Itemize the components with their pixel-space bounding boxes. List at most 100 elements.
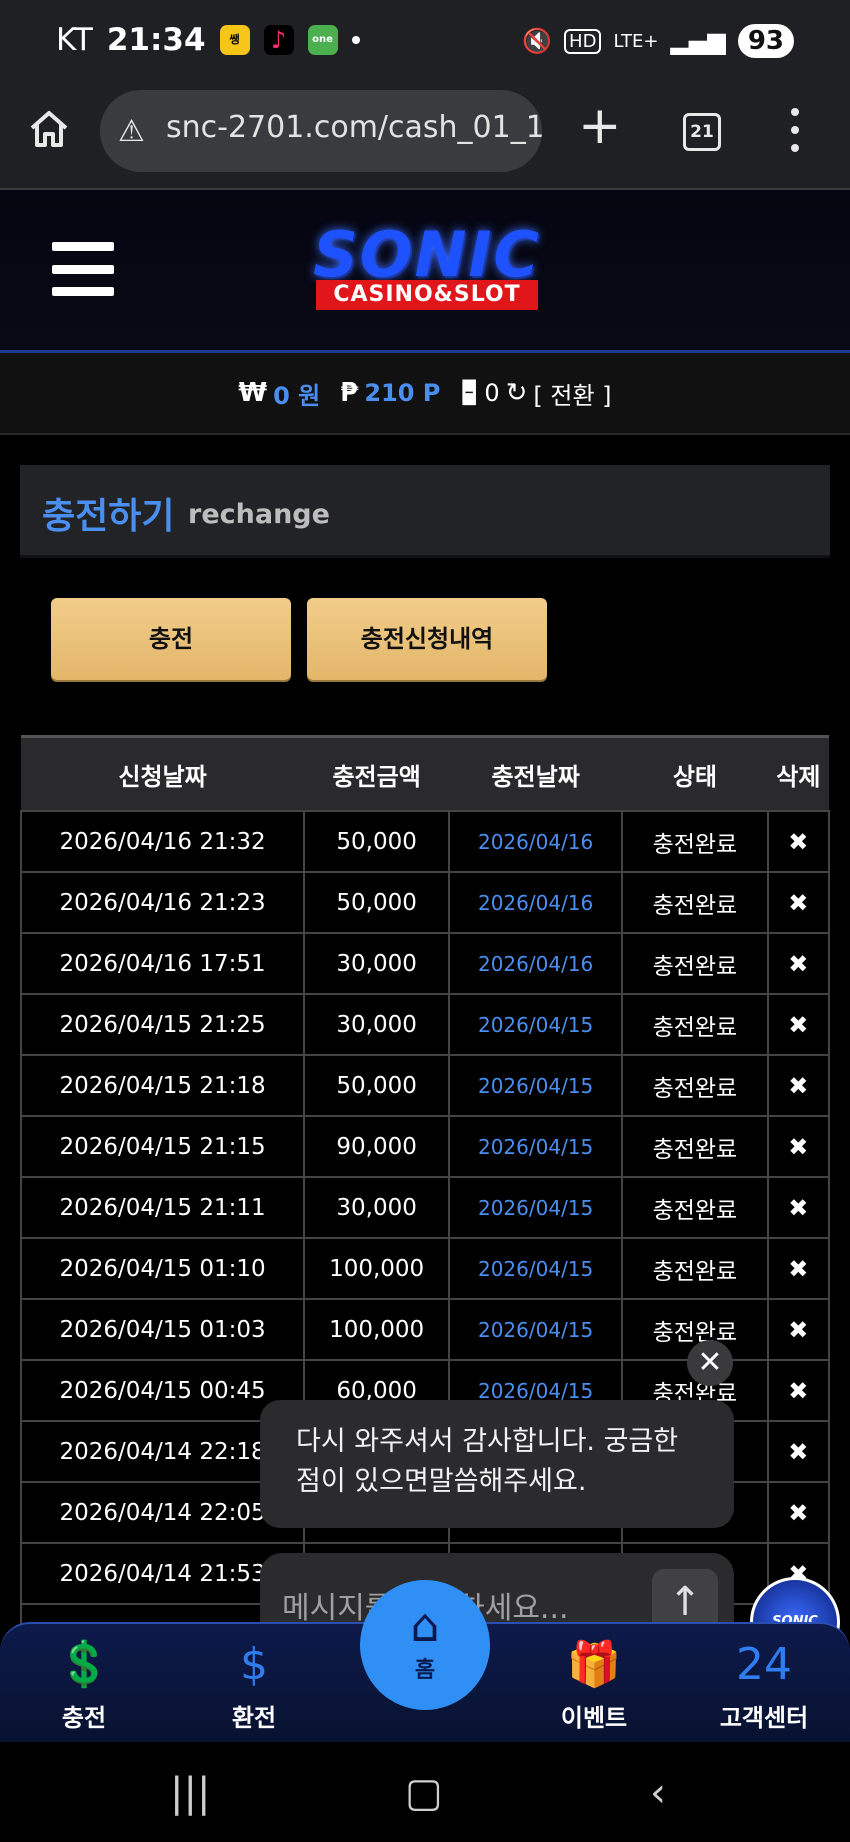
- status-cell: 충전완료: [621, 810, 769, 873]
- request-date-cell: 2026/04/16 17:51: [19, 932, 306, 995]
- nav-exchange-label: 환전: [231, 1704, 277, 1732]
- new-tab-plus-icon[interactable]: +: [578, 100, 622, 152]
- hamburger-menu-icon[interactable]: [52, 242, 114, 296]
- status-cell: 충전완료: [621, 871, 769, 934]
- amount-cell: 50,000: [303, 1054, 451, 1117]
- charge-date-cell: 2026/04/15: [448, 1054, 624, 1117]
- battery-badge: 93: [737, 24, 794, 58]
- amount-cell: 50,000: [303, 871, 451, 934]
- convert-button[interactable]: [ 전환 ]: [533, 376, 611, 411]
- delete-icon[interactable]: ✖: [766, 1054, 831, 1117]
- table-row: 2026/04/15 21:25 30,000 2026/04/15 충전완료 ✖: [19, 993, 831, 1056]
- chat-close-icon[interactable]: ✕: [687, 1340, 733, 1386]
- charge-date-cell: 2026/04/15: [448, 1115, 624, 1178]
- status-cell: 충전완료: [621, 1054, 769, 1117]
- nav-support-label: 고객센터: [719, 1704, 809, 1732]
- delete-icon[interactable]: ✖: [766, 1176, 831, 1239]
- chip-balance: 🁢 0 ↻ [ 전환 ]: [460, 376, 611, 411]
- amount-cell: 30,000: [303, 932, 451, 995]
- delete-icon[interactable]: ✖: [766, 1359, 831, 1422]
- nav-exchange[interactable]: $ 환전: [194, 1638, 314, 1733]
- amount-cell: 30,000: [303, 1176, 451, 1239]
- won-icon: ₩: [238, 378, 268, 408]
- notification-app-icon: 쌩: [219, 25, 250, 55]
- header-charge-date: 충전날짜: [449, 735, 623, 811]
- delete-icon[interactable]: ✖: [766, 1298, 831, 1361]
- cash-value: 0 원: [273, 381, 321, 410]
- url-text[interactable]: snc-2701.com/cash_01_1.as: [166, 110, 542, 145]
- charge-date-cell: 2026/04/15: [448, 993, 624, 1056]
- address-bar[interactable]: ⚠ snc-2701.com/cash_01_1.as: [100, 90, 542, 172]
- status-left: KT 21:34 쌩 ♪ one: [56, 22, 360, 58]
- table-row: 2026/04/16 21:23 50,000 2026/04/16 충전완료 ✖: [19, 871, 831, 934]
- charge-hand-coin-icon: 💲: [56, 1639, 112, 1690]
- site-logo[interactable]: SONIC CASINO&SLOT: [292, 218, 562, 314]
- delete-icon[interactable]: ✖: [766, 810, 831, 873]
- hd-icon: HD: [564, 28, 602, 54]
- mute-icon: 🔇: [522, 27, 553, 55]
- recent-apps-icon[interactable]: |||: [170, 1770, 210, 1816]
- home-icon[interactable]: [28, 108, 70, 150]
- table-row: 2026/04/16 21:32 50,000 2026/04/16 충전완료 ✖: [19, 810, 831, 873]
- charge-date-cell: 2026/04/15: [448, 1298, 624, 1361]
- gift-icon: 🎁: [566, 1639, 622, 1690]
- back-icon[interactable]: ‹: [650, 1770, 666, 1816]
- section-title: 충전하기: [42, 496, 175, 537]
- table-row: 2026/04/16 17:51 30,000 2026/04/16 충전완료 ✖: [19, 932, 831, 995]
- nav-support[interactable]: 24 고객센터: [704, 1638, 824, 1733]
- charge-button[interactable]: 충전: [51, 598, 291, 680]
- table-row: 2026/04/15 21:15 90,000 2026/04/15 충전완료 ✖: [19, 1115, 831, 1178]
- status-bar: KT 21:34 쌩 ♪ one 🔇 HD LTE+ ▂▄▆ 93: [0, 0, 850, 86]
- refresh-icon[interactable]: ↻: [506, 378, 528, 408]
- more-notifications-dot: [351, 36, 360, 44]
- section-subtitle: rechange: [188, 499, 330, 530]
- support-24-icon: 24: [736, 1639, 792, 1690]
- request-date-cell: 2026/04/15 01:10: [19, 1237, 306, 1300]
- request-date-cell: 2026/04/15 21:18: [19, 1054, 306, 1117]
- chat-message-bubble: 다시 와주셔서 감사합니다. 궁금한점이 있으면말씀해주세요.: [260, 1400, 734, 1528]
- charge-history-button[interactable]: 충전신청내역: [307, 598, 547, 680]
- point-icon: ₱: [340, 378, 359, 408]
- not-secure-warning-icon[interactable]: ⚠: [118, 114, 145, 149]
- table-row: 2026/04/15 21:18 50,000 2026/04/15 충전완료 ✖: [19, 1054, 831, 1117]
- delete-icon[interactable]: ✖: [766, 1115, 831, 1178]
- delete-icon[interactable]: ✖: [766, 1237, 831, 1300]
- header-request-date: 신청날짜: [21, 735, 305, 811]
- chip-value: 0: [484, 379, 500, 407]
- clock: 21:34: [106, 22, 206, 58]
- nav-charge[interactable]: 💲 충전: [24, 1638, 144, 1733]
- status-cell: 충전완료: [621, 932, 769, 995]
- chip-icon: 🁢: [460, 380, 479, 406]
- table-row: 2026/04/15 01:10 100,000 2026/04/15 충전완료 ✖: [19, 1237, 831, 1300]
- balance-bar: ₩ 0 원 ₱ 210 P 🁢 0 ↻ [ 전환 ]: [0, 353, 850, 435]
- allone-app-icon: one: [307, 25, 338, 55]
- amount-cell: 90,000: [303, 1115, 451, 1178]
- point-value: 210 P: [364, 379, 441, 407]
- signal-icon: ▂▄▆: [670, 27, 726, 55]
- delete-icon[interactable]: ✖: [766, 932, 831, 995]
- home-circle-icon[interactable]: ▢: [405, 1770, 443, 1816]
- nav-home-label: 홈: [414, 1658, 436, 1683]
- nav-event[interactable]: 🎁 이벤트: [534, 1638, 654, 1733]
- delete-icon[interactable]: ✖: [766, 993, 831, 1056]
- request-date-cell: 2026/04/15 21:11: [19, 1176, 306, 1239]
- amount-cell: 100,000: [303, 1298, 451, 1361]
- status-cell: 충전완료: [621, 1176, 769, 1239]
- tab-switcher-button[interactable]: 21: [683, 113, 721, 151]
- site-header: SONIC CASINO&SLOT: [0, 190, 850, 353]
- nav-home[interactable]: ⌂ 홈: [360, 1580, 490, 1710]
- status-right: 🔇 HD LTE+ ▂▄▆ 93: [522, 24, 794, 58]
- header-delete: 삭제: [767, 735, 829, 811]
- nav-event-label: 이벤트: [560, 1704, 628, 1732]
- delete-icon[interactable]: ✖: [766, 1481, 831, 1544]
- home-house-icon: ⌂: [410, 1598, 440, 1652]
- browser-menu-icon[interactable]: [790, 108, 800, 152]
- delete-icon[interactable]: ✖: [766, 1420, 831, 1483]
- header-amount: 충전금액: [304, 735, 450, 811]
- nav-charge-label: 충전: [61, 1704, 107, 1732]
- exchange-hands-icon: $: [240, 1639, 268, 1690]
- request-date-cell: 2026/04/15 21:25: [19, 993, 306, 1056]
- delete-icon[interactable]: ✖: [766, 871, 831, 934]
- system-navigation-bar: ||| ▢ ‹: [0, 1742, 850, 1842]
- status-cell: 충전완료: [621, 1115, 769, 1178]
